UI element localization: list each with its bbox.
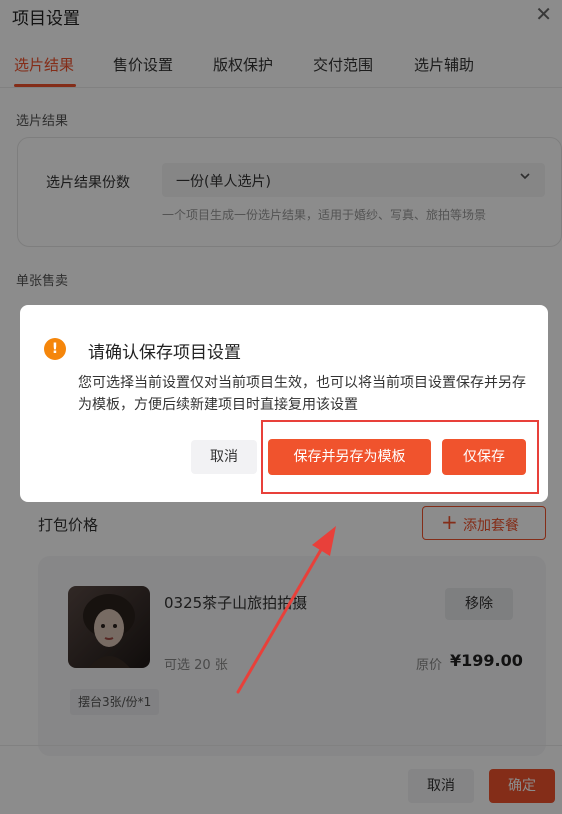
- dialog-title: 请确认保存项目设置: [88, 343, 241, 363]
- save-only-button[interactable]: 仅保存: [442, 439, 526, 475]
- dialog-cancel-button[interactable]: 取消: [191, 440, 257, 474]
- confirm-save-dialog: ! 请确认保存项目设置 您可选择当前设置仅对当前项目生效，也可以将当前项目设置保…: [20, 305, 548, 502]
- warning-icon: !: [44, 338, 66, 360]
- dialog-message: 您可选择当前设置仅对当前项目生效，也可以将当前项目设置保存并另存为模板，方便后续…: [78, 375, 526, 413]
- save-as-template-button[interactable]: 保存并另存为模板: [268, 439, 431, 475]
